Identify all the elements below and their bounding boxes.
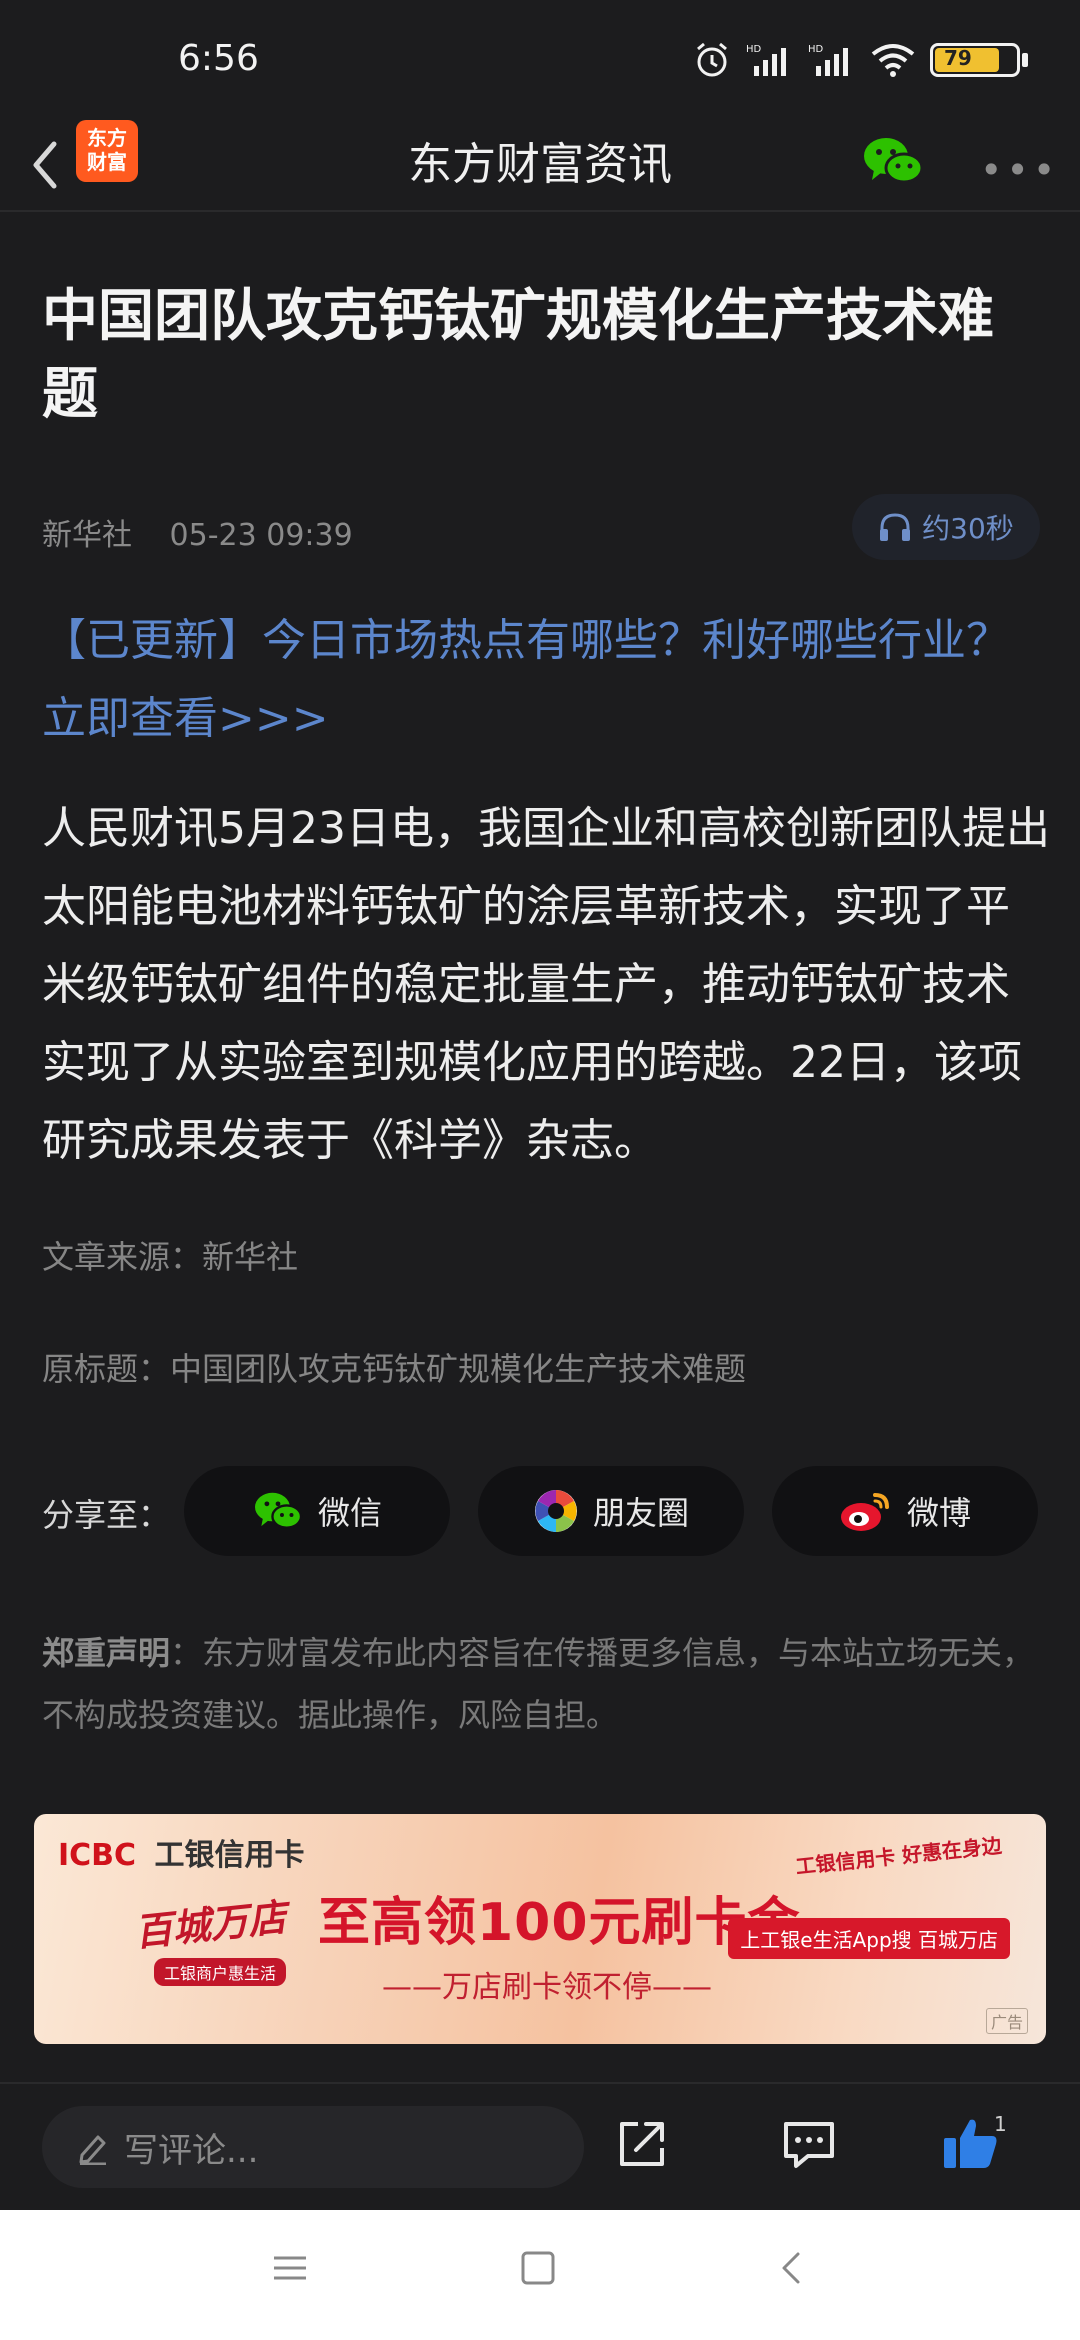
ad-subline: ——万店刷卡领不停——	[382, 1970, 712, 2005]
comment-input[interactable]: 写评论...	[42, 2106, 584, 2188]
article-title: 中国团队攻克钙钛矿规模化生产技术难题	[42, 284, 994, 427]
back-button[interactable]	[20, 134, 70, 196]
top-nav-bar: 东方财富资讯 东方 财富 •••	[0, 120, 1080, 210]
chevron-left-icon	[782, 2252, 800, 2284]
home-square-icon	[521, 2251, 555, 2285]
menu-button[interactable]	[270, 2248, 310, 2292]
status-bar: 6:56 HD HD 79	[0, 0, 1080, 120]
original-title-line: 原标题：中国团队攻克钙钛矿规模化生产技术难题	[42, 1350, 747, 1388]
wechat-share-button[interactable]	[862, 132, 924, 194]
app-logo: 东方 财富	[76, 120, 138, 182]
svg-text:HD: HD	[808, 44, 824, 55]
thumbs-up-icon	[944, 2119, 997, 2168]
like-count: 1	[994, 2112, 1007, 2136]
article-source-line: 文章来源：新华社	[42, 1238, 299, 1276]
article-meta: 新华社 05-23 09:39	[42, 510, 381, 554]
article-source: 新华社	[42, 518, 132, 553]
alarm-icon	[697, 42, 727, 77]
battery-icon: 79	[930, 43, 1030, 77]
battery-level: 79	[944, 46, 972, 70]
icbc-logo: ICBC	[58, 1838, 137, 1873]
more-button[interactable]: •••	[980, 148, 1059, 192]
moments-icon	[534, 1490, 577, 1532]
share-moments-label: 朋友圈	[592, 1494, 689, 1532]
ad-left-title: 百城万店	[132, 1895, 289, 1955]
pencil-icon	[79, 2135, 106, 2165]
article-body: 人民财讯5月23日电，我国企业和高校创新团队提出太阳能电池材料钙钛矿的涂层革新技…	[42, 803, 1050, 1166]
svg-text:HD: HD	[746, 44, 762, 55]
system-nav-bar	[0, 2210, 1080, 2340]
ad-brand: ICBC 工银信用卡	[58, 1830, 305, 1874]
listen-button[interactable]: 约30秒	[852, 494, 1040, 560]
share-moments-button[interactable]: 朋友圈	[478, 1466, 744, 1556]
wifi-icon	[871, 44, 915, 77]
nav-divider	[0, 210, 1080, 212]
signal-2-icon: HD	[808, 44, 848, 76]
chevron-left-icon	[33, 141, 57, 189]
ad-brand-name: 工银信用卡	[154, 1838, 305, 1873]
article-datetime: 05-23 09:39	[169, 518, 353, 553]
disclaimer-title: 郑重声明	[42, 1634, 171, 1672]
share-out-icon	[620, 2122, 664, 2166]
ad-banner[interactable]: ICBC 工银信用卡 工银信用卡 好惠在身边 百城万店 工银商户惠生活 至高领1…	[34, 1814, 1046, 2044]
bottom-action-bar: 写评论... 1	[0, 2084, 1080, 2210]
listen-duration: 约30秒	[922, 512, 1014, 545]
disclaimer: 郑重声明：东方财富发布此内容旨在传播更多信息，与本站立场无关，不构成投资建议。据…	[42, 1622, 1042, 1746]
status-time: 6:56	[178, 38, 259, 79]
comment-placeholder: 写评论...	[124, 2130, 259, 2171]
menu-icon	[274, 2256, 306, 2280]
share-wechat-label: 微信	[317, 1494, 382, 1532]
ad-left-subtitle: 工银商户惠生活	[154, 1958, 287, 1986]
share-label: 分享至：	[42, 1496, 171, 1534]
ad-corner-slogan: 工银信用卡 好惠在身边	[794, 1833, 1003, 1879]
comments-button[interactable]	[780, 2116, 838, 2176]
share-out-button[interactable]	[614, 2116, 670, 2176]
wechat-icon	[254, 1492, 303, 1529]
headphones-icon	[880, 513, 911, 541]
share-weibo-label: 微博	[906, 1494, 971, 1532]
comment-bubble-icon	[784, 2122, 834, 2168]
share-weibo-button[interactable]: 微博	[772, 1466, 1038, 1556]
ad-search-tag: 上工银e生活App搜 百城万店	[728, 1918, 1010, 1959]
wechat-icon	[864, 138, 924, 184]
disclaimer-text: ：东方财富发布此内容旨在传播更多信息，与本站立场无关，不构成投资建议。据此操作，…	[42, 1634, 1035, 1734]
weibo-icon	[840, 1493, 889, 1531]
promo-link[interactable]: 【已更新】今日市场热点有哪些？利好哪些行业？立即查看>>>	[42, 602, 1052, 758]
home-button[interactable]	[518, 2248, 558, 2292]
signal-1-icon: HD	[746, 44, 786, 76]
status-icons: HD HD 79	[692, 40, 1030, 80]
share-wechat-button[interactable]: 微信	[184, 1466, 450, 1556]
system-back-button[interactable]	[772, 2248, 812, 2292]
ad-mark: 广告	[985, 2008, 1028, 2034]
like-button[interactable]	[940, 2116, 1000, 2176]
